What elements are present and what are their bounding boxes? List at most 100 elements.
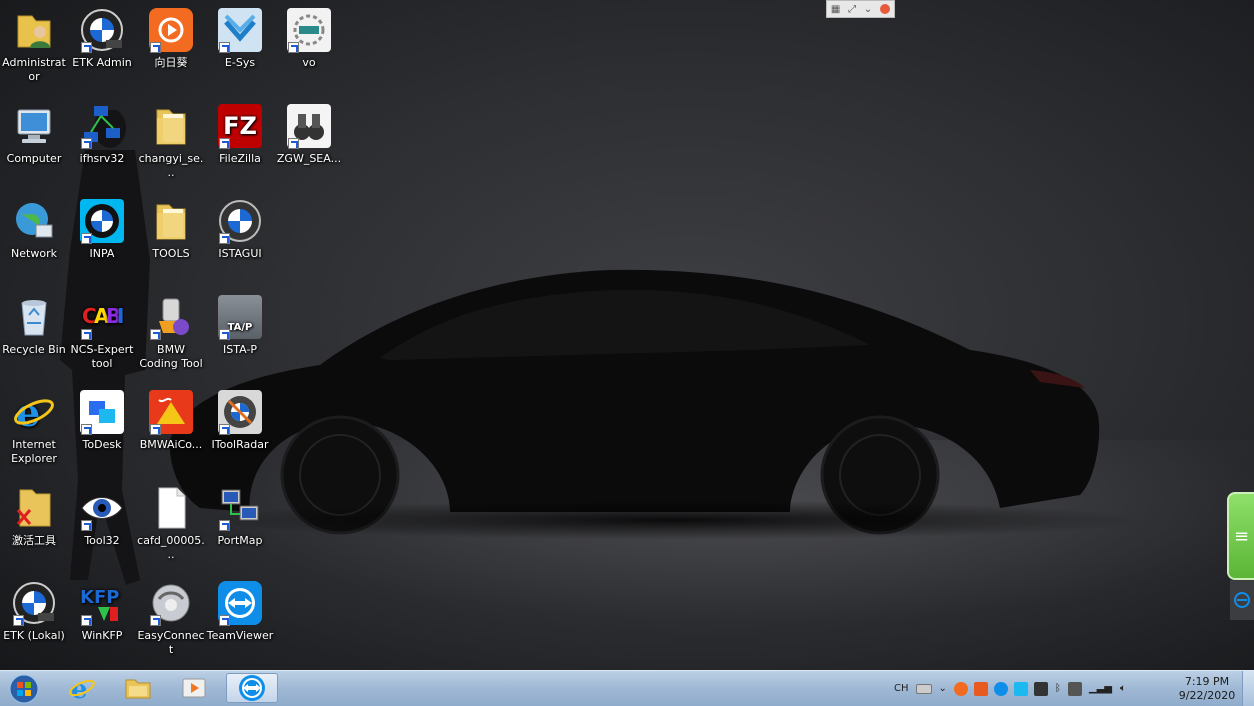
internet-explorer-icon: e	[69, 675, 95, 702]
fullscreen-icon[interactable]: ⤢	[848, 4, 856, 15]
desktop-icon-itoolradar[interactable]: IToolRadar	[206, 389, 274, 452]
desktop-icon-inpa[interactable]: INPA	[68, 198, 136, 261]
desktop-icon-esys[interactable]: E-Sys	[206, 7, 274, 70]
desktop-icon-label: NCS-Expert tool	[70, 343, 134, 370]
desktop-icon-label: TOOLS	[152, 247, 190, 260]
signal-icon[interactable]: ▁▃▅	[1089, 683, 1112, 694]
taskbar-file-explorer[interactable]	[112, 673, 164, 703]
shortcut-arrow-icon	[219, 138, 230, 149]
itoolradar-icon	[217, 389, 263, 435]
desktop-icon-bmw-coding-tool[interactable]: BMW Coding Tool	[137, 294, 205, 371]
device-icon[interactable]	[1067, 681, 1082, 696]
shortcut-arrow-icon	[81, 520, 92, 531]
desktop-icon-label: Internet Explorer	[11, 438, 57, 465]
desktop-icon-network[interactable]: Network	[0, 198, 68, 261]
desktop-icon-ista-p[interactable]: TA/P ISTA-P	[206, 294, 274, 357]
sunflower-tray-icon[interactable]	[953, 681, 968, 696]
taskbar-media-player[interactable]	[168, 673, 220, 703]
todesk-tray-icon[interactable]	[1013, 681, 1028, 696]
desktop-icon-label: ETK (Lokal)	[3, 629, 65, 642]
desktop-icon-label: Computer	[6, 152, 62, 165]
desktop-icon-label: TeamViewer	[206, 629, 274, 642]
desktop-icon-label: FileZilla	[219, 152, 261, 165]
shortcut-arrow-icon	[219, 329, 230, 340]
shortcut-arrow-icon	[150, 329, 161, 340]
desktop-icon-label: ISTAGUI	[218, 247, 262, 260]
desktop-icon-internet-explorer[interactable]: e Internet Explorer	[0, 389, 68, 466]
desktop-icon-tools[interactable]: TOOLS	[137, 198, 205, 261]
eye-icon	[79, 485, 125, 531]
user-folder-icon	[11, 7, 57, 53]
shortcut-arrow-icon	[81, 329, 92, 340]
desktop-icon-label: cafd_00005...	[137, 534, 205, 561]
desktop-icon-portmap[interactable]: PortMap	[206, 485, 274, 548]
media-player-icon	[182, 678, 206, 698]
shortcut-arrow-icon	[219, 42, 230, 53]
desktop-icon-easyconnect[interactable]: EasyConnect	[137, 580, 205, 657]
system-clock[interactable]: 7:19 PM 9/22/2020	[1172, 675, 1242, 703]
taskbar-teamviewer[interactable]	[226, 673, 278, 703]
taskbar-internet-explorer[interactable]: e	[56, 673, 108, 703]
desktop-icon-tool32[interactable]: Tool32	[68, 485, 136, 548]
desktop-icon-administrator[interactable]: Administrator	[0, 7, 68, 84]
desktop-icon-cafd[interactable]: cafd_00005...	[137, 485, 205, 562]
bluetooth-icon[interactable]: ᛒ	[1055, 683, 1061, 694]
chevron-down-icon[interactable]: ⌄	[864, 4, 872, 15]
bmw-aico-icon	[148, 389, 194, 435]
shortcut-arrow-icon	[288, 42, 299, 53]
desktop-icon-vo[interactable]: vo	[275, 7, 343, 70]
desktop-icon-label: EasyConnect	[137, 629, 205, 656]
desktop-icon-ncs-expert[interactable]: CABI NCS-Expert tool	[68, 294, 136, 371]
desktop-icon-teamviewer[interactable]: TeamViewer	[206, 580, 274, 643]
desktop-icon-label: ToDesk	[82, 438, 122, 451]
svg-text:KFP: KFP	[80, 587, 119, 608]
language-indicator[interactable]: CH	[894, 683, 909, 694]
desktop-icon-label: ISTA-P	[223, 343, 257, 356]
desktop-icon-zgw-sea[interactable]: ZGW_SEA...	[275, 103, 343, 166]
remote-session-toolbar: ▦ ⤢ ⌄	[826, 0, 895, 18]
sunflower-icon	[148, 7, 194, 53]
teamviewer-tray-icon[interactable]	[993, 681, 1008, 696]
network-tray-icon[interactable]	[1033, 681, 1048, 696]
side-floating-widget[interactable]: ≡	[1227, 492, 1254, 580]
easyconnect-icon	[148, 580, 194, 626]
shortcut-arrow-icon	[81, 42, 92, 53]
widget-glyph-icon: ≡	[1233, 525, 1250, 547]
bmw-logo-icon	[217, 198, 263, 244]
keyboard-icon[interactable]	[915, 683, 932, 694]
side-teamviewer-tab[interactable]	[1230, 580, 1254, 620]
chevron-icon[interactable]: ⌄	[939, 683, 947, 694]
desktop-icon-etk-lokal[interactable]: ETK (Lokal)	[0, 580, 68, 643]
desktop-icon-label: INPA	[89, 247, 115, 260]
network-server-icon	[79, 103, 125, 149]
desktop-icon-activation-tool[interactable]: 激活工具	[0, 485, 68, 548]
desktop-icon-computer[interactable]: Computer	[0, 103, 68, 166]
desktop-icon-istagui[interactable]: ISTAGUI	[206, 198, 274, 261]
record-icon[interactable]	[880, 4, 891, 14]
desktop-icon-label: Recycle Bin	[2, 343, 66, 356]
wallpaper-car-shadow	[200, 500, 1150, 540]
activation-tool-icon	[11, 485, 57, 531]
desktop-icon-bmwaico[interactable]: BMWAiCo...	[137, 389, 205, 452]
desktop-icon-label: changyi_se...	[138, 152, 204, 179]
desktop-icon-winkfp[interactable]: KFP WinKFP	[68, 580, 136, 643]
shortcut-arrow-icon	[288, 138, 299, 149]
folder-icon	[148, 103, 194, 149]
shortcut-arrow-icon	[219, 520, 230, 531]
desktop-icon-etk-admin[interactable]: ETK Admin	[68, 7, 136, 70]
volume-icon[interactable]: 🔈︎	[1120, 683, 1126, 694]
desktop-icon-label: IToolRadar	[211, 438, 269, 451]
desktop-icon-todesk[interactable]: ToDesk	[68, 389, 136, 452]
desktop-icon-recycle-bin[interactable]: Recycle Bin	[0, 294, 68, 357]
app-tray-icon[interactable]	[973, 681, 988, 696]
grid-icon[interactable]: ▦	[831, 4, 840, 15]
desktop-icon-label: ETK Admin	[72, 56, 132, 69]
blank-file-icon	[148, 485, 194, 531]
show-desktop-button[interactable]	[1242, 671, 1254, 706]
desktop-icon-filezilla[interactable]: FZ FileZilla	[206, 103, 274, 166]
desktop-icon-label: 向日葵	[154, 56, 188, 69]
desktop-icon-changyi[interactable]: changyi_se...	[137, 103, 205, 180]
start-button[interactable]	[4, 672, 44, 705]
desktop-icon-sunflower[interactable]: 向日葵	[137, 7, 205, 70]
desktop-icon-ifhsrv32[interactable]: ifhsrv32	[68, 103, 136, 166]
